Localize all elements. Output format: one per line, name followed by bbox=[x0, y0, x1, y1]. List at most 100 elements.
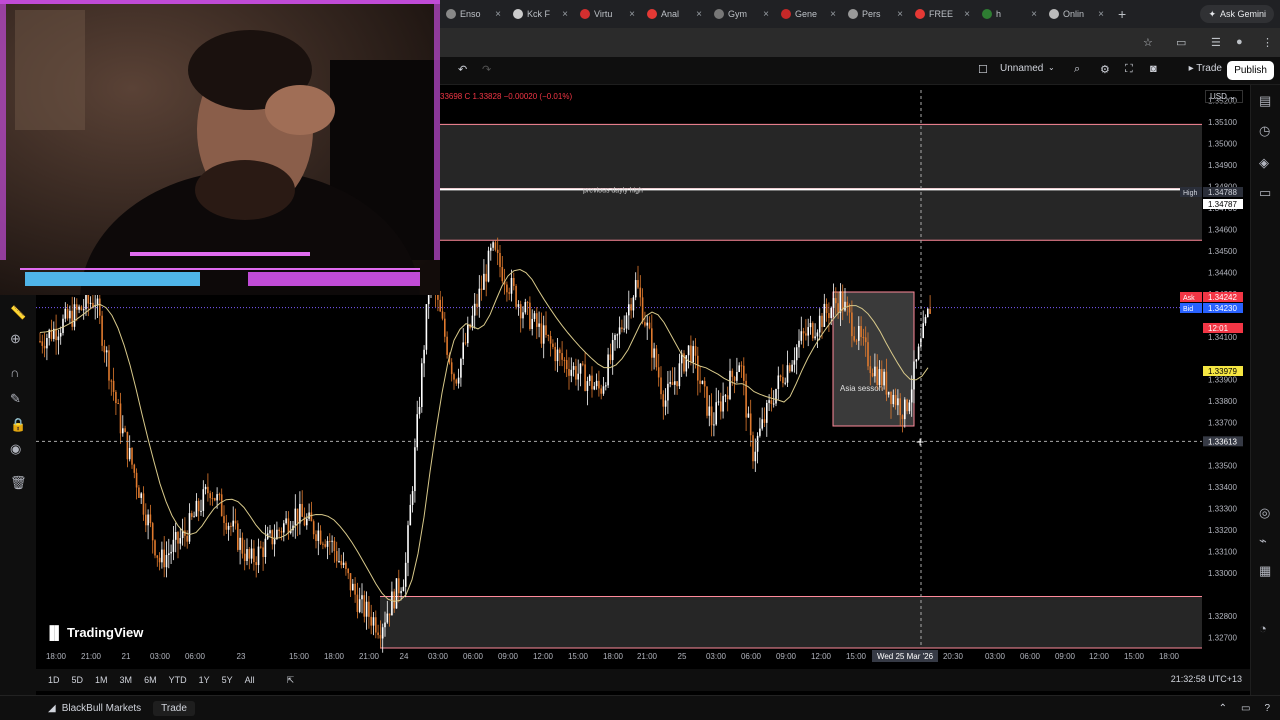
menu-icon[interactable]: ⋮ bbox=[1262, 36, 1273, 49]
calendar-icon[interactable]: ▦ bbox=[1259, 563, 1271, 579]
pencil-icon[interactable]: ✎ bbox=[10, 391, 21, 407]
period-all[interactable]: All bbox=[239, 675, 261, 685]
browser-tab[interactable]: Gym × bbox=[708, 0, 775, 28]
target-icon[interactable]: ◎ bbox=[1259, 505, 1270, 521]
candle-body bbox=[243, 553, 246, 561]
chat-icon[interactable]: ▭ bbox=[1259, 185, 1271, 201]
candle-body bbox=[179, 538, 182, 544]
bookmark-star-icon[interactable]: ☆ bbox=[1143, 36, 1153, 49]
lock-icon[interactable]: 🔒 bbox=[10, 417, 26, 433]
trade-button[interactable]: ▸ Trade bbox=[1189, 63, 1222, 74]
price-tick-label: 1.33000 bbox=[1208, 569, 1237, 578]
ask-gemini-button[interactable]: ✦ Ask Gemini bbox=[1200, 5, 1274, 23]
fullscreen-icon[interactable]: ⛶ bbox=[1125, 63, 1133, 76]
candle-body bbox=[62, 318, 64, 333]
help-icon[interactable]: ? bbox=[1264, 703, 1270, 714]
period-3m[interactable]: 3M bbox=[114, 675, 139, 685]
redo-icon[interactable]: ↷ bbox=[482, 63, 491, 76]
candle-body bbox=[634, 280, 637, 298]
publish-button[interactable]: Publish bbox=[1227, 61, 1274, 80]
layers-icon[interactable]: ◈ bbox=[1259, 155, 1269, 171]
close-tab-icon[interactable]: × bbox=[897, 9, 903, 20]
collapse-icon[interactable]: ⌃ bbox=[1219, 703, 1227, 714]
period-1y[interactable]: 1Y bbox=[193, 675, 216, 685]
browser-tab[interactable]: Enso × bbox=[440, 0, 507, 28]
candle-body bbox=[529, 302, 531, 330]
time-tick-label: 21:00 bbox=[637, 652, 658, 661]
candle-body bbox=[763, 419, 766, 423]
time-tick-label: 18:00 bbox=[603, 652, 624, 661]
time-tick-label: 06:00 bbox=[1020, 652, 1041, 661]
candle-body bbox=[471, 315, 474, 328]
candle-body bbox=[816, 332, 819, 337]
candle-body bbox=[800, 331, 803, 341]
zoom-icon[interactable]: ⊕ bbox=[10, 331, 21, 347]
period-6m[interactable]: 6M bbox=[138, 675, 163, 685]
candle-body bbox=[356, 594, 359, 612]
period-1m[interactable]: 1M bbox=[89, 675, 114, 685]
maximize-icon[interactable]: ▭ bbox=[1241, 703, 1250, 714]
close-tab-icon[interactable]: × bbox=[562, 9, 568, 20]
close-tab-icon[interactable]: × bbox=[830, 9, 836, 20]
close-tab-icon[interactable]: × bbox=[495, 9, 501, 20]
candle-body bbox=[828, 313, 830, 319]
reader-icon[interactable]: ▭ bbox=[1176, 36, 1186, 49]
browser-tab[interactable]: Gene × bbox=[775, 0, 842, 28]
close-tab-icon[interactable]: × bbox=[696, 9, 702, 20]
broker-trade-button[interactable]: Trade bbox=[153, 700, 195, 716]
candle-body bbox=[361, 595, 363, 600]
candle-body bbox=[729, 370, 731, 400]
trash-icon[interactable]: 🗑 bbox=[10, 475, 27, 491]
close-tab-icon[interactable]: × bbox=[763, 9, 769, 20]
profile-avatar[interactable]: ● bbox=[1236, 36, 1243, 48]
candle-body bbox=[264, 538, 267, 558]
period-5y[interactable]: 5Y bbox=[216, 675, 239, 685]
extensions-icon[interactable]: ☰ bbox=[1211, 36, 1221, 49]
close-tab-icon[interactable]: × bbox=[1031, 9, 1037, 20]
browser-tab[interactable]: Pers × bbox=[842, 0, 909, 28]
undo-icon[interactable]: ↶ bbox=[458, 63, 467, 76]
time-tick-label: 03:00 bbox=[428, 652, 449, 661]
watchlist-icon[interactable]: ▤ bbox=[1259, 93, 1271, 109]
browser-tab[interactable]: Virtu × bbox=[574, 0, 641, 28]
candle-body bbox=[66, 308, 69, 319]
chevron-down-icon[interactable]: ⌄ bbox=[1048, 63, 1055, 72]
magnet-icon[interactable]: ∩ bbox=[10, 365, 19, 380]
time-tick-label: 15:00 bbox=[568, 652, 589, 661]
candle-body bbox=[616, 334, 619, 336]
period-1d[interactable]: 1D bbox=[42, 675, 66, 685]
candle-body bbox=[784, 382, 786, 384]
date-range-icon[interactable]: ⇱ bbox=[281, 675, 301, 686]
search-icon[interactable]: ⌕ bbox=[1074, 63, 1080, 76]
candle-body bbox=[301, 503, 303, 517]
candle-body bbox=[651, 328, 653, 358]
browser-tab[interactable]: Kck F × bbox=[507, 0, 574, 28]
notifications-icon[interactable]: ◔ bbox=[1259, 621, 1267, 636]
candle-body bbox=[347, 568, 349, 574]
period-5d[interactable]: 5D bbox=[66, 675, 90, 685]
browser-tab[interactable]: Onlin × bbox=[1043, 0, 1110, 28]
settings-icon[interactable]: ⚙ bbox=[1100, 63, 1110, 76]
currency-select[interactable]: USD ⌄ bbox=[1205, 90, 1243, 103]
trend-icon[interactable]: ⌁ bbox=[1259, 533, 1267, 549]
candle-body bbox=[793, 360, 796, 365]
close-tab-icon[interactable]: × bbox=[964, 9, 970, 20]
alerts-icon[interactable]: ◷ bbox=[1259, 123, 1270, 139]
candle-body bbox=[140, 493, 142, 498]
browser-tab[interactable]: h × bbox=[976, 0, 1043, 28]
layout-name[interactable]: Unnamed bbox=[1000, 63, 1043, 74]
camera-icon[interactable]: ◙ bbox=[1150, 63, 1157, 75]
new-tab-button[interactable]: + bbox=[1118, 6, 1126, 22]
candle-body bbox=[904, 399, 906, 420]
broker-tab[interactable]: ◢ BlackBull Markets bbox=[48, 703, 141, 714]
browser-tab[interactable]: FREE × bbox=[909, 0, 976, 28]
candle-body bbox=[540, 323, 543, 344]
ruler-icon[interactable]: 📏 bbox=[10, 305, 26, 321]
browser-tab[interactable]: Anal × bbox=[641, 0, 708, 28]
close-tab-icon[interactable]: × bbox=[629, 9, 635, 20]
candle-body bbox=[724, 395, 727, 397]
period-ytd[interactable]: YTD bbox=[163, 675, 193, 685]
eye-icon[interactable]: ◉ bbox=[10, 441, 21, 457]
layout-checkbox[interactable]: ☐ bbox=[978, 63, 988, 76]
close-tab-icon[interactable]: × bbox=[1098, 9, 1104, 20]
